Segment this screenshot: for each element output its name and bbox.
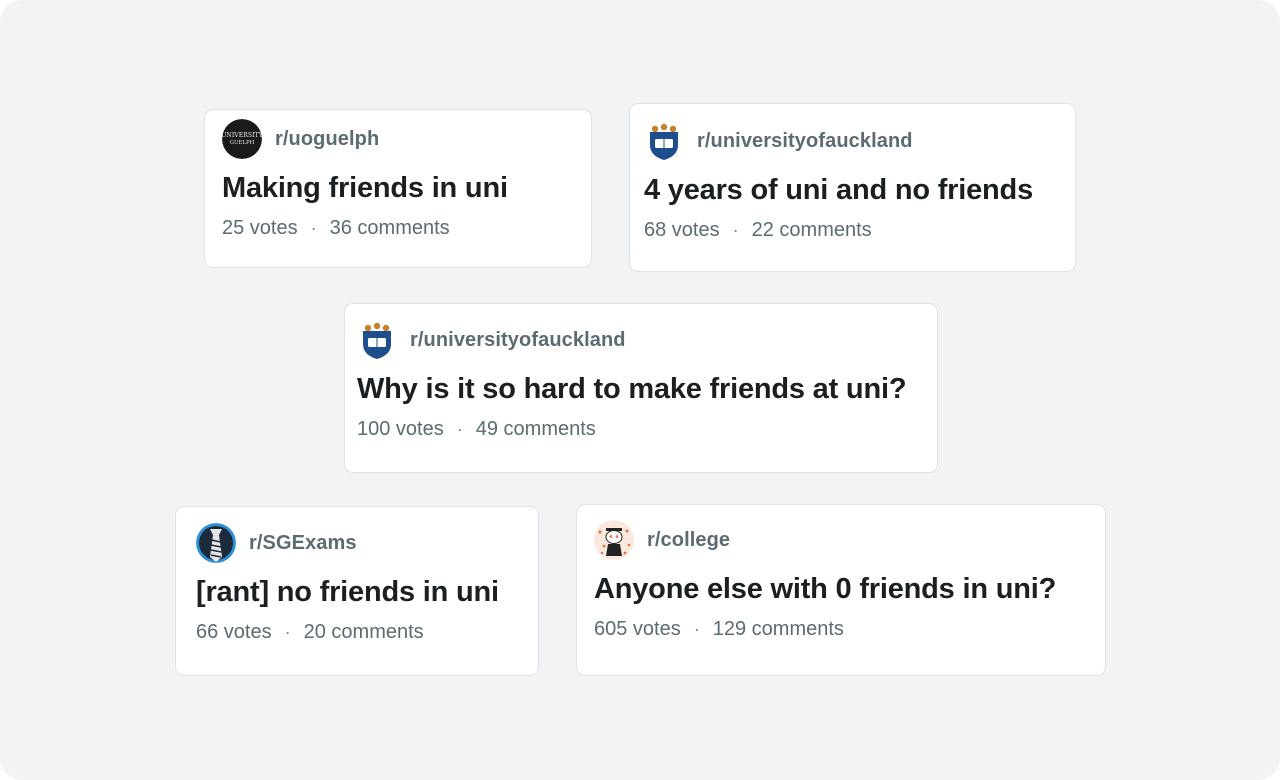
university-of-auckland-crest-icon[interactable]	[357, 320, 397, 360]
subreddit-name[interactable]: r/SGExams	[249, 532, 357, 555]
college-mascot-icon[interactable]	[594, 520, 634, 560]
sgexams-tie-icon[interactable]	[196, 523, 236, 563]
post-title[interactable]: Why is it so hard to make friends at uni…	[357, 373, 920, 406]
post-card-auckland-2[interactable]: r/universityofauckland Why is it so hard…	[344, 303, 938, 473]
university-of-auckland-crest-icon[interactable]	[644, 121, 684, 161]
meta-separator: ·	[693, 619, 700, 639]
post-stats: 605 votes · 129 comments	[594, 618, 1088, 641]
comment-count[interactable]: 20 comments	[304, 621, 424, 644]
subreddit-name[interactable]: r/universityofauckland	[697, 130, 913, 153]
post-stats: 25 votes · 36 comments	[222, 217, 574, 240]
subreddit-name[interactable]: r/college	[647, 529, 730, 552]
post-title[interactable]: [rant] no friends in uni	[196, 576, 521, 609]
post-card-college[interactable]: r/college Anyone else with 0 friends in …	[576, 504, 1106, 676]
post-header: r/universityofauckland	[644, 121, 1058, 161]
svg-text:GUELPH: GUELPH	[230, 140, 255, 146]
comment-count[interactable]: 49 comments	[476, 418, 596, 441]
meta-separator: ·	[732, 220, 739, 240]
subreddit-name[interactable]: r/uoguelph	[275, 128, 379, 151]
post-stats: 68 votes · 22 comments	[644, 219, 1058, 242]
vote-count: 100 votes	[357, 418, 444, 440]
vote-count: 66 votes	[196, 621, 272, 643]
vote-count: 605 votes	[594, 618, 681, 640]
post-stats: 100 votes · 49 comments	[357, 418, 920, 441]
post-header: UNIVERSITY GUELPH r/uoguelph	[222, 119, 574, 159]
vote-count: 68 votes	[644, 219, 720, 241]
post-card-sgexams[interactable]: r/SGExams [rant] no friends in uni 66 vo…	[175, 506, 539, 676]
meta-separator: ·	[310, 218, 317, 238]
post-card-uoguelph[interactable]: UNIVERSITY GUELPH r/uoguelph Making frie…	[204, 109, 592, 268]
meta-separator: ·	[456, 419, 463, 439]
post-header: r/college	[594, 520, 1088, 560]
comment-count[interactable]: 129 comments	[713, 618, 844, 641]
svg-text:UNIVERSITY: UNIVERSITY	[222, 132, 262, 139]
university-of-guelph-logo-icon[interactable]: UNIVERSITY GUELPH	[222, 119, 262, 159]
post-title[interactable]: Making friends in uni	[222, 172, 574, 205]
post-title[interactable]: Anyone else with 0 friends in uni?	[594, 573, 1088, 606]
post-card-auckland-1[interactable]: r/universityofauckland 4 years of uni an…	[629, 103, 1076, 272]
post-header: r/universityofauckland	[357, 320, 920, 360]
subreddit-name[interactable]: r/universityofauckland	[410, 329, 626, 352]
comment-count[interactable]: 22 comments	[752, 219, 872, 242]
post-header: r/SGExams	[196, 523, 521, 563]
meta-separator: ·	[284, 622, 291, 642]
background-canvas: UNIVERSITY GUELPH r/uoguelph Making frie…	[0, 0, 1280, 780]
comment-count[interactable]: 36 comments	[330, 217, 450, 240]
vote-count: 25 votes	[222, 217, 298, 239]
post-stats: 66 votes · 20 comments	[196, 621, 521, 644]
post-title[interactable]: 4 years of uni and no friends	[644, 174, 1058, 207]
